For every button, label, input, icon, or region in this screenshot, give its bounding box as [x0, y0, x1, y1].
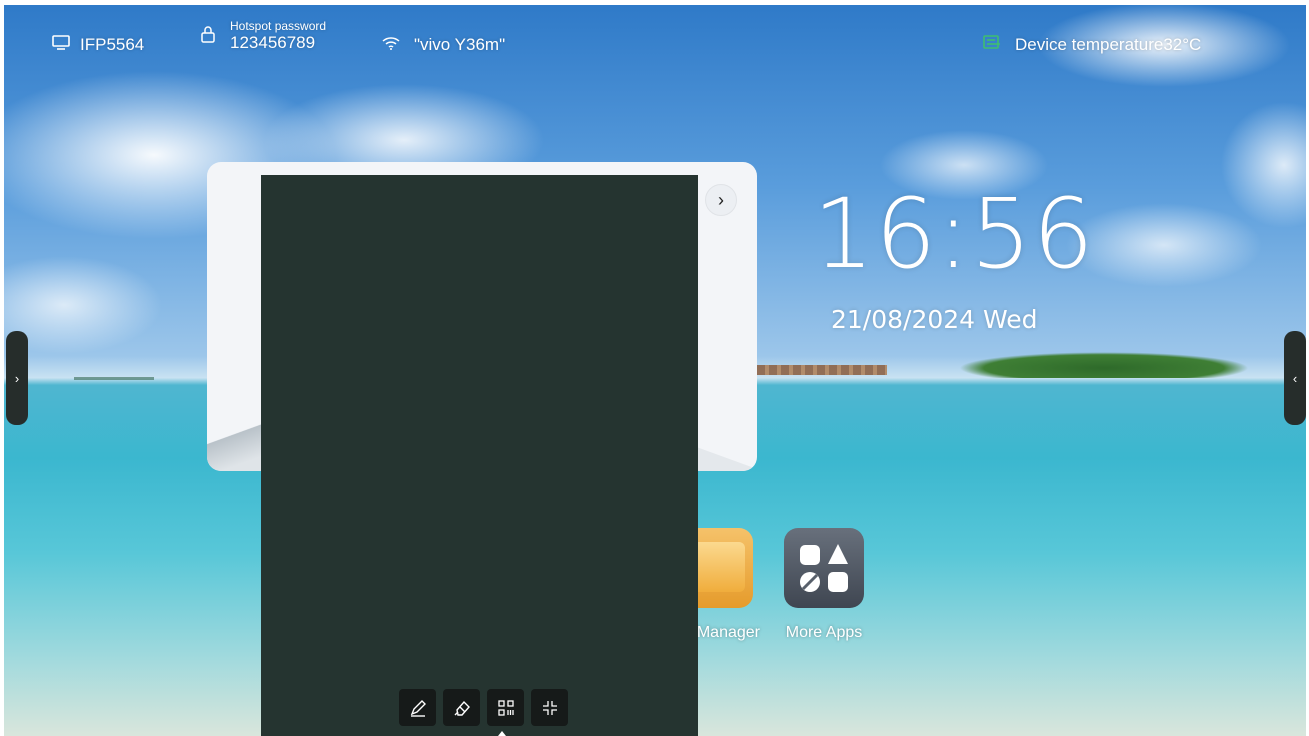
hotspot-status[interactable]: Hotspot password 123456789: [200, 16, 326, 56]
temperature-icon: [983, 34, 1001, 56]
left-sidebar-handle[interactable]: ›: [6, 331, 28, 425]
hotspot-label: Hotspot password: [230, 19, 327, 33]
toolbar-caret-icon: [498, 731, 506, 736]
qr-code-icon[interactable]: [487, 689, 524, 726]
wifi-status[interactable]: "vivo Y36m": [382, 25, 505, 65]
whiteboard-canvas[interactable]: [261, 175, 698, 736]
lock-icon: [200, 25, 216, 48]
wallpaper-far-island: [74, 377, 154, 380]
device-name: IFP5564: [80, 35, 145, 54]
wifi-name: "vivo Y36m": [414, 35, 506, 54]
wallpaper-bungalows: [757, 365, 887, 375]
temperature-status[interactable]: Device temperature32°C: [983, 25, 1201, 65]
wifi-icon: [382, 35, 400, 55]
chevron-right-icon: ›: [14, 370, 20, 386]
right-sidebar-handle[interactable]: ‹: [1284, 331, 1306, 425]
hotspot-password: 123456789: [230, 33, 316, 52]
more-apps-app[interactable]: More Apps: [784, 528, 864, 642]
chevron-left-icon: ‹: [1292, 370, 1298, 386]
wallpaper-island: [904, 342, 1304, 378]
more-apps-icon: [784, 528, 864, 608]
temperature-text: Device temperature32°C: [1015, 35, 1202, 54]
pen-icon[interactable]: [399, 689, 436, 726]
more-apps-label: More Apps: [785, 624, 863, 641]
screen-icon: [52, 34, 70, 56]
chevron-right-icon: ›: [718, 189, 724, 210]
widget-next-button[interactable]: ›: [705, 184, 737, 216]
widget-mountain-decoration: [207, 411, 267, 471]
device-name-status[interactable]: IFP5564: [52, 25, 144, 65]
clock-time: 16:56: [813, 178, 1095, 290]
clock-date: 21/08/2024 Wed: [831, 305, 1038, 334]
eraser-icon[interactable]: [443, 689, 480, 726]
exit-fullscreen-icon[interactable]: [531, 689, 568, 726]
whiteboard-toolbar: [399, 689, 568, 726]
